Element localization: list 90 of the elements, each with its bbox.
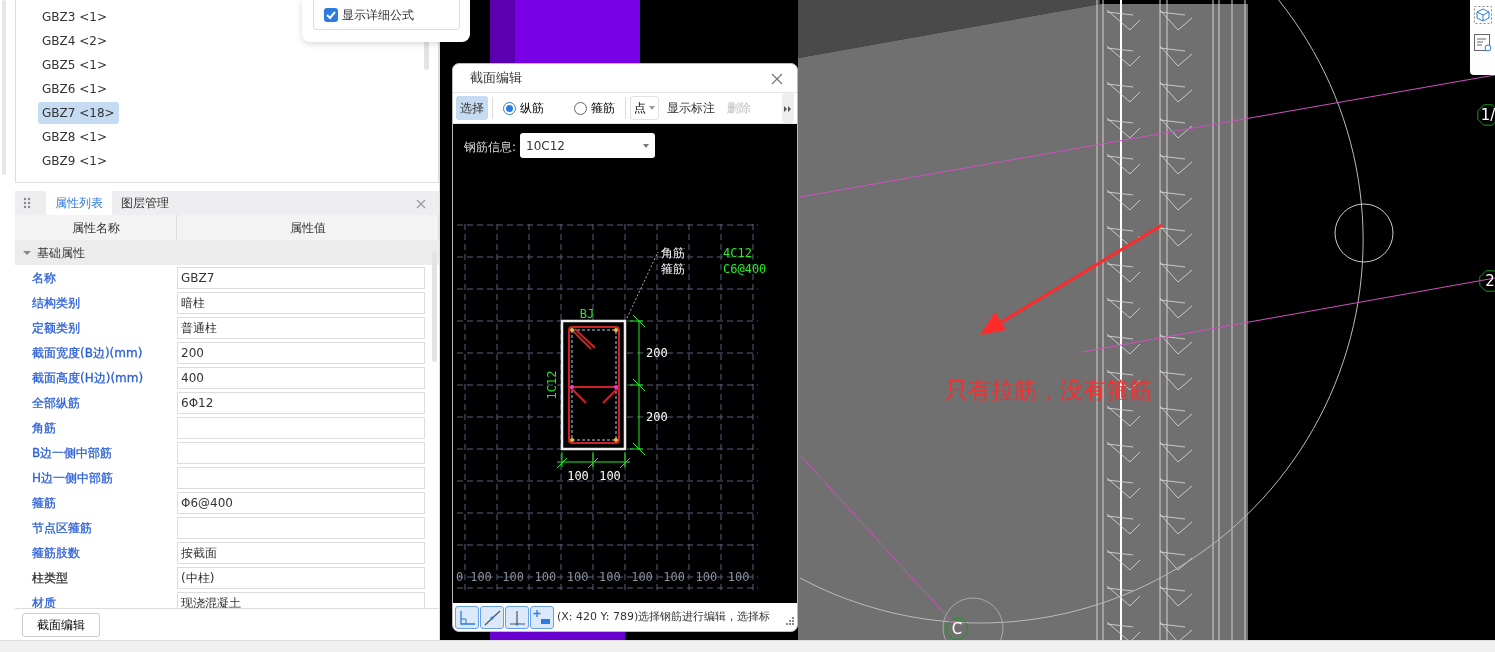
scrollbar-thumb[interactable] — [432, 252, 437, 362]
property-value-field[interactable]: 按截面 — [177, 541, 425, 564]
axis-bubble: C — [946, 618, 968, 640]
property-value-field[interactable]: 暗柱 — [177, 291, 425, 314]
dimension-label: 200 — [646, 346, 668, 360]
tree-item[interactable]: GBZ8 <1> — [38, 126, 111, 148]
panel-tab[interactable]: 属性列表 — [46, 191, 112, 215]
rebar-spec-label: 4C12 — [723, 246, 752, 260]
close-icon — [771, 72, 783, 85]
property-name: 箍筋 — [31, 494, 57, 512]
property-value-field[interactable] — [177, 466, 425, 489]
grid-label: 0 — [456, 570, 464, 584]
toolbar-button[interactable]: 显示标注 — [663, 96, 719, 120]
property-value-field[interactable]: Φ6@400 — [177, 491, 425, 514]
property-name: 截面宽度(B边)(mm) — [31, 344, 144, 362]
grid-label: 100 — [631, 570, 653, 584]
property-name: 全部纵筋 — [31, 394, 81, 412]
add-rebar-icon — [532, 607, 552, 627]
caret-icon — [23, 249, 31, 256]
property-value-field[interactable]: 200 — [177, 341, 425, 364]
tree-item[interactable]: GBZ9 <1> — [38, 150, 111, 172]
dimension-label: 100 — [567, 469, 589, 483]
tool-button[interactable] — [480, 605, 504, 629]
more-button[interactable] — [782, 93, 794, 123]
property-name: 箍筋肢数 — [31, 544, 81, 562]
double-arrow-icon — [784, 105, 792, 112]
grid-label: 100 — [470, 570, 492, 584]
tree-item[interactable]: GBZ7 <18> — [38, 102, 119, 124]
tool-button[interactable] — [505, 605, 529, 629]
grid-label: 100 — [598, 570, 621, 584]
tree-item[interactable]: GBZ3 <1> — [38, 6, 111, 28]
list-view-icon — [1473, 34, 1492, 52]
grid-label: 100 — [534, 570, 557, 584]
property-name: 节点区箍筋 — [31, 519, 93, 537]
tree-item[interactable]: GBZ4 <2> — [38, 30, 111, 52]
rebar-info-select[interactable]: 10C12 — [520, 133, 656, 158]
point-dropdown[interactable]: 点 — [630, 96, 659, 120]
tree-item[interactable]: GBZ5 <1> — [38, 54, 111, 76]
radio-button[interactable]: 箍筋 — [568, 99, 621, 117]
property-value-field[interactable]: 400 — [177, 366, 425, 389]
property-value-field[interactable] — [177, 516, 425, 539]
status-text: (X: 420 Y: 789)选择钢筋进行编辑，选择标 — [557, 608, 771, 625]
property-value-field[interactable]: 现浇混凝土 — [177, 591, 425, 608]
property-name: B边一侧中部筋 — [31, 444, 114, 462]
checkbox[interactable] — [324, 7, 338, 22]
property-name: 角筋 — [31, 419, 57, 437]
grid-label: 100 — [566, 570, 589, 584]
tool-button[interactable] — [530, 605, 554, 629]
grid-label: 100 — [663, 570, 686, 584]
grid-label: 100 — [695, 570, 718, 584]
leader-label: 角筋 — [661, 246, 685, 260]
rebar-spec-label: C6@400 — [723, 262, 767, 276]
axis-bubble: 1/ — [1477, 104, 1495, 126]
tool-button[interactable] — [455, 605, 479, 629]
group-row[interactable]: 基础属性 — [15, 240, 439, 265]
property-value-field[interactable]: 6Φ12 — [177, 391, 425, 414]
panel-tab[interactable]: 图层管理 — [112, 191, 178, 215]
scrollbar-thumb[interactable] — [424, 40, 429, 70]
dimension-label: 200 — [646, 410, 668, 424]
property-name: 截面高度(H边)(mm) — [31, 369, 145, 387]
property-name: H边一侧中部筋 — [31, 469, 115, 487]
property-value-field[interactable]: 普通柱 — [177, 316, 425, 339]
property-name: 材质 — [31, 594, 57, 608]
property-value-field[interactable] — [177, 441, 425, 464]
side-label: 1C12 — [545, 370, 559, 400]
property-name: 结构类别 — [31, 294, 81, 312]
property-value-field[interactable]: GBZ7 — [177, 266, 425, 289]
property-name: 柱类型 — [31, 569, 69, 587]
property-name: 名称 — [31, 269, 57, 287]
cube-icon — [1473, 6, 1492, 24]
caret-icon — [649, 106, 655, 110]
property-name: 定额类别 — [31, 319, 81, 337]
property-value-field[interactable]: (中柱) — [177, 566, 425, 589]
property-value-field[interactable] — [177, 416, 425, 439]
field-label: 钢筋信息: — [464, 139, 517, 156]
tree-item[interactable]: GBZ6 <1> — [38, 78, 111, 100]
toolbar-button[interactable]: 选择 — [456, 96, 488, 120]
grid-label: 100 — [502, 570, 525, 584]
leader-label: 箍筋 — [661, 262, 685, 276]
section-edit-button[interactable]: 截面编辑 — [22, 613, 100, 637]
leader-line — [626, 251, 659, 319]
resize-grip-icon — [786, 617, 794, 625]
caret-icon — [643, 143, 650, 148]
dimension-label: 100 — [599, 469, 621, 483]
radio-button[interactable]: 纵筋 — [497, 99, 550, 117]
grid-label: 100 — [727, 570, 750, 584]
section-label: BJ — [579, 307, 595, 321]
checkbox-label: 显示详细公式 — [342, 6, 414, 24]
dialog-title: 截面编辑 — [470, 69, 522, 88]
close-icon — [416, 198, 426, 209]
